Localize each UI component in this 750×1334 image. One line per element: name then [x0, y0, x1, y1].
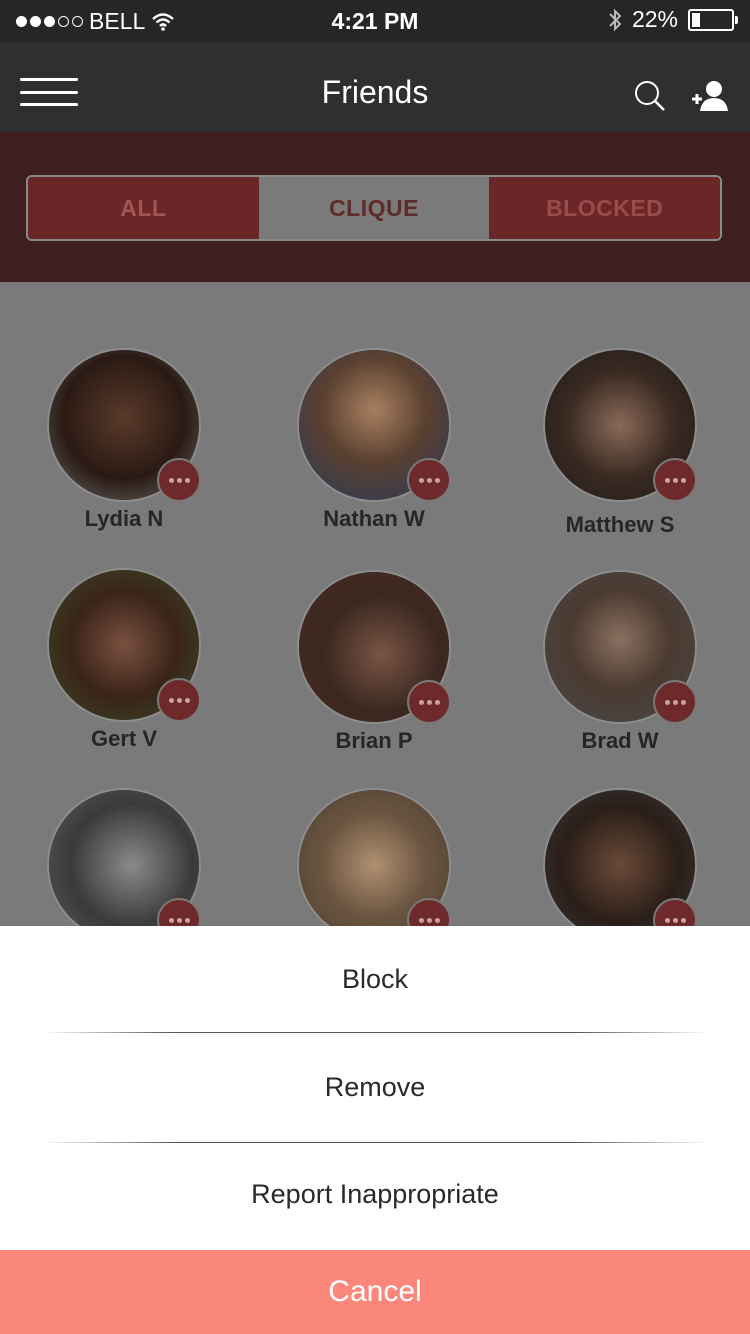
add-friend-button[interactable] — [690, 78, 730, 114]
friend-card[interactable]: Brad W — [510, 572, 730, 754]
friend-name: Nathan W — [323, 506, 425, 531]
friend-card[interactable]: Brian P — [264, 572, 484, 754]
avatar[interactable] — [545, 572, 697, 724]
nav-actions — [630, 78, 730, 114]
friend-name: Brad W — [581, 728, 659, 753]
search-button[interactable] — [630, 78, 670, 114]
avatar[interactable] — [299, 350, 451, 502]
battery-percent: 22% — [631, 6, 678, 32]
friend-card[interactable] — [264, 790, 484, 926]
action-sheet: Block Remove Report Inappropriate — [0, 926, 750, 1248]
nav-bar: Friends — [0, 42, 750, 132]
cancel-button[interactable]: Cancel — [0, 1248, 750, 1334]
more-options-button[interactable] — [407, 680, 451, 724]
avatar[interactable] — [299, 790, 451, 926]
friends-grid: Lydia N Nathan W Matthew S Gert V Brian … — [0, 282, 750, 926]
more-options-button[interactable] — [407, 458, 451, 502]
avatar[interactable] — [299, 572, 451, 724]
friend-name: Brian P — [335, 728, 413, 753]
more-options-button[interactable] — [653, 458, 697, 502]
status-right: 22% — [608, 6, 738, 33]
avatar[interactable] — [49, 350, 201, 502]
segmented-control: ALL CLIQUE BLOCKED — [26, 175, 722, 241]
status-bar: BELL 4:21 PM 22% — [0, 0, 750, 42]
more-options-button[interactable] — [157, 458, 201, 502]
avatar[interactable] — [545, 790, 697, 926]
avatar[interactable] — [49, 790, 201, 926]
report-action[interactable]: Report Inappropriate — [0, 1143, 750, 1245]
friend-card[interactable]: Gert V — [14, 570, 234, 752]
friend-name: Gert V — [90, 726, 158, 751]
remove-action[interactable]: Remove — [0, 1033, 750, 1142]
avatar[interactable] — [545, 350, 697, 502]
friend-card[interactable] — [14, 790, 234, 926]
add-user-icon — [692, 81, 728, 111]
avatar[interactable] — [49, 570, 201, 722]
friend-card[interactable]: Matthew S — [510, 350, 730, 538]
friend-card[interactable]: Nathan W — [264, 350, 484, 532]
tab-blocked[interactable]: BLOCKED — [489, 177, 720, 239]
tab-all[interactable]: ALL — [28, 177, 259, 239]
tab-clique[interactable]: CLIQUE — [258, 177, 490, 239]
bluetooth-icon — [609, 8, 622, 31]
battery-icon — [688, 8, 738, 31]
friend-name: Matthew S — [565, 512, 675, 537]
block-action[interactable]: Block — [0, 926, 750, 1032]
search-icon — [635, 81, 665, 111]
friend-card[interactable] — [510, 790, 730, 926]
more-options-button[interactable] — [653, 680, 697, 724]
friend-name: Lydia N — [84, 506, 164, 531]
tab-bar-area: ALL CLIQUE BLOCKED — [0, 132, 750, 282]
more-options-button[interactable] — [157, 678, 201, 722]
friend-card[interactable]: Lydia N — [14, 350, 234, 532]
